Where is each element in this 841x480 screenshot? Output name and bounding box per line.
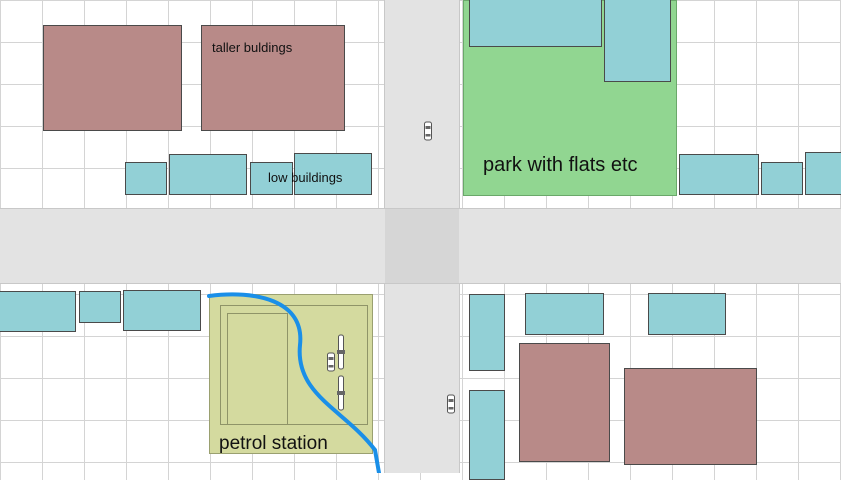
car-icon xyxy=(327,352,335,372)
fuel-pump-icon xyxy=(337,334,345,370)
car-icon xyxy=(447,394,455,414)
map-overlay xyxy=(207,121,455,473)
fuel-pump-icon xyxy=(337,375,345,411)
route-line xyxy=(207,292,381,473)
car-icon xyxy=(424,121,432,141)
